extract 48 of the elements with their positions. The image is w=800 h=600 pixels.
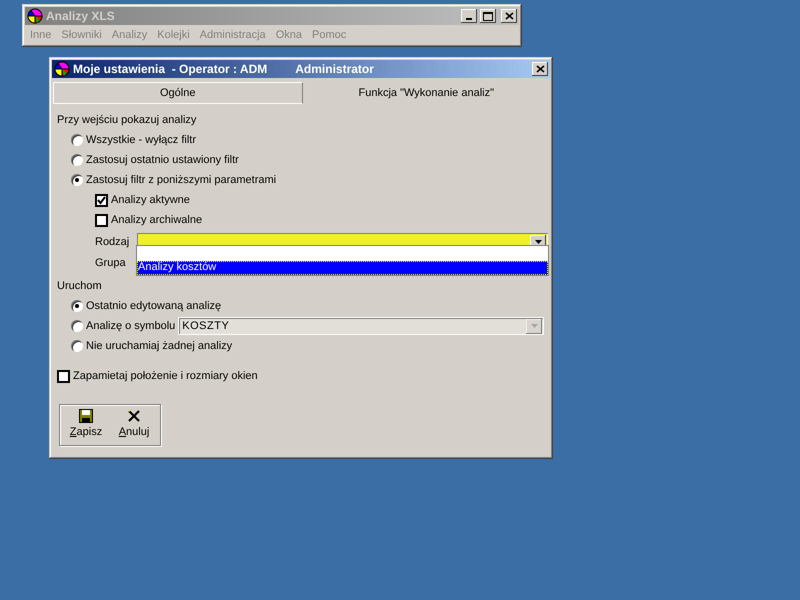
radio-button[interactable] (71, 174, 83, 186)
symbol-dropdown[interactable]: KOSZTY (178, 317, 544, 335)
user-name: Administrator (295, 62, 374, 76)
menu-item[interactable]: Słowniki (56, 29, 107, 41)
radio-label: Analizę o symbolu (86, 320, 176, 332)
list-item[interactable]: Analizy kosztów (137, 261, 548, 275)
menu-item[interactable]: Kolejki (152, 29, 195, 41)
close-button[interactable] (532, 62, 548, 76)
save-button[interactable]: Zapisz (63, 409, 109, 441)
section-heading: Uruchom (57, 280, 103, 294)
tab[interactable]: Funkcja "Wykonanie analiz" (302, 82, 550, 104)
menu-item[interactable]: Administracja (194, 29, 271, 41)
menu-item[interactable]: Analizy (106, 29, 152, 41)
radio-label: Ostatnio edytowaną analizę (86, 300, 222, 312)
radio-label: Zastosuj filtr z poniższymi parametrami (86, 174, 276, 186)
menu-item[interactable]: Inne (25, 29, 56, 41)
tab[interactable]: Ogólne (53, 82, 302, 104)
menu-item[interactable]: Okna (270, 29, 307, 41)
checkbox-label: Zapamietaj położenie i rozmiary okien (73, 370, 258, 382)
pie-chart-icon (27, 8, 43, 24)
radio-button[interactable] (71, 134, 83, 146)
radio-button[interactable] (71, 320, 83, 332)
checkbox-label: Analizy aktywne (111, 194, 190, 206)
dialog-title: Moje ustawienia - Operator : ADM (73, 62, 268, 76)
field-label: Grupa (95, 257, 127, 269)
close-icon (536, 65, 544, 73)
close-button[interactable] (501, 9, 517, 23)
checkbox[interactable] (57, 370, 70, 382)
radio-button[interactable] (71, 154, 83, 166)
close-icon (127, 409, 141, 423)
cancel-button[interactable]: Anuluj (111, 409, 157, 441)
radio-button[interactable] (71, 340, 83, 352)
radio-label: Zastosuj ostatnio ustawiony filtr (86, 154, 239, 166)
radio-label: Wszystkie - wyłącz filtr (86, 134, 196, 146)
radio-button[interactable] (71, 300, 83, 312)
menu-item[interactable]: Pomoc (306, 29, 352, 41)
radio-label: Nie uruchamiaj żadnej analizy (86, 340, 232, 352)
checkbox-label: Analizy archiwalne (111, 214, 202, 226)
pie-chart-icon (54, 61, 70, 77)
checkbox[interactable] (95, 214, 108, 226)
maximize-button[interactable] (480, 9, 496, 23)
checkbox[interactable] (95, 194, 108, 206)
close-icon (504, 12, 514, 20)
minimize-button[interactable] (461, 9, 477, 23)
maximize-icon (483, 12, 493, 20)
window-title: Analizy XLS (46, 9, 115, 23)
section-heading: Przy wejściu pokazuj analizy (57, 114, 198, 128)
field-label: Rodzaj (95, 236, 130, 248)
